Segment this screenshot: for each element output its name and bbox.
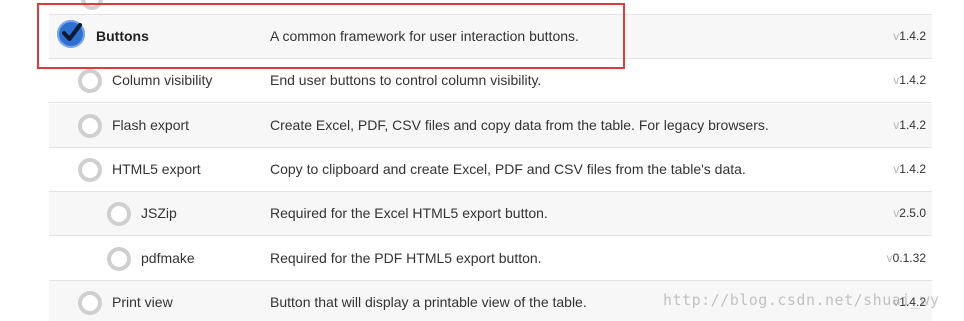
package-row-jszip[interactable]: JSZip Required for the Excel HTML5 expor…: [49, 192, 932, 236]
radio-icon[interactable]: [78, 158, 102, 182]
package-name: pdfmake: [141, 250, 195, 266]
package-description: Required for the PDF HTML5 export button…: [270, 250, 542, 266]
package-description: Copy to clipboard and create Excel, PDF …: [270, 161, 746, 177]
package-description: End user buttons to control column visib…: [270, 72, 542, 88]
package-name: Print view: [112, 294, 173, 310]
package-description: Create Excel, PDF, CSV files and copy da…: [270, 117, 769, 133]
radio-icon[interactable]: [107, 202, 131, 226]
package-description: Button that will display a printable vie…: [270, 294, 587, 310]
package-version: v1.4.2: [893, 118, 926, 132]
radio-icon[interactable]: [78, 114, 102, 138]
package-list: Buttons A common framework for user inte…: [0, 0, 964, 321]
checkmark-icon[interactable]: [57, 20, 85, 48]
package-description: Required for the Excel HTML5 export butt…: [270, 205, 548, 221]
checkmark-glyph: [62, 23, 82, 41]
radio-icon[interactable]: [107, 247, 131, 271]
package-row-buttons[interactable]: Buttons A common framework for user inte…: [49, 15, 932, 59]
package-name: Flash export: [112, 117, 190, 133]
package-version: v0.1.32: [886, 251, 926, 265]
package-row-column-visibility[interactable]: Column visibility End user buttons to co…: [49, 59, 932, 103]
package-description: A common framework for user interaction …: [270, 28, 579, 44]
package-version: v1.4.2: [893, 162, 926, 176]
package-row-flash-export[interactable]: Flash export Create Excel, PDF, CSV file…: [49, 104, 932, 148]
package-row-html5-export[interactable]: HTML5 export Copy to clipboard and creat…: [49, 148, 932, 192]
package-name: Buttons: [96, 28, 149, 44]
package-version: v2.5.0: [893, 206, 926, 220]
radio-icon[interactable]: [81, 0, 103, 10]
radio-icon[interactable]: [78, 69, 102, 93]
package-version: v1.4.2: [893, 29, 926, 43]
package-row-pdfmake[interactable]: pdfmake Required for the PDF HTML5 expor…: [49, 237, 932, 281]
package-version: v1.4.2: [893, 73, 926, 87]
previous-row-partial: [49, 0, 932, 15]
watermark-text: http://blog.csdn.net/shuai_wy: [663, 291, 940, 309]
package-name: HTML5 export: [112, 161, 201, 177]
package-name: Column visibility: [112, 72, 213, 88]
radio-icon[interactable]: [78, 291, 102, 315]
package-name: JSZip: [141, 205, 177, 221]
